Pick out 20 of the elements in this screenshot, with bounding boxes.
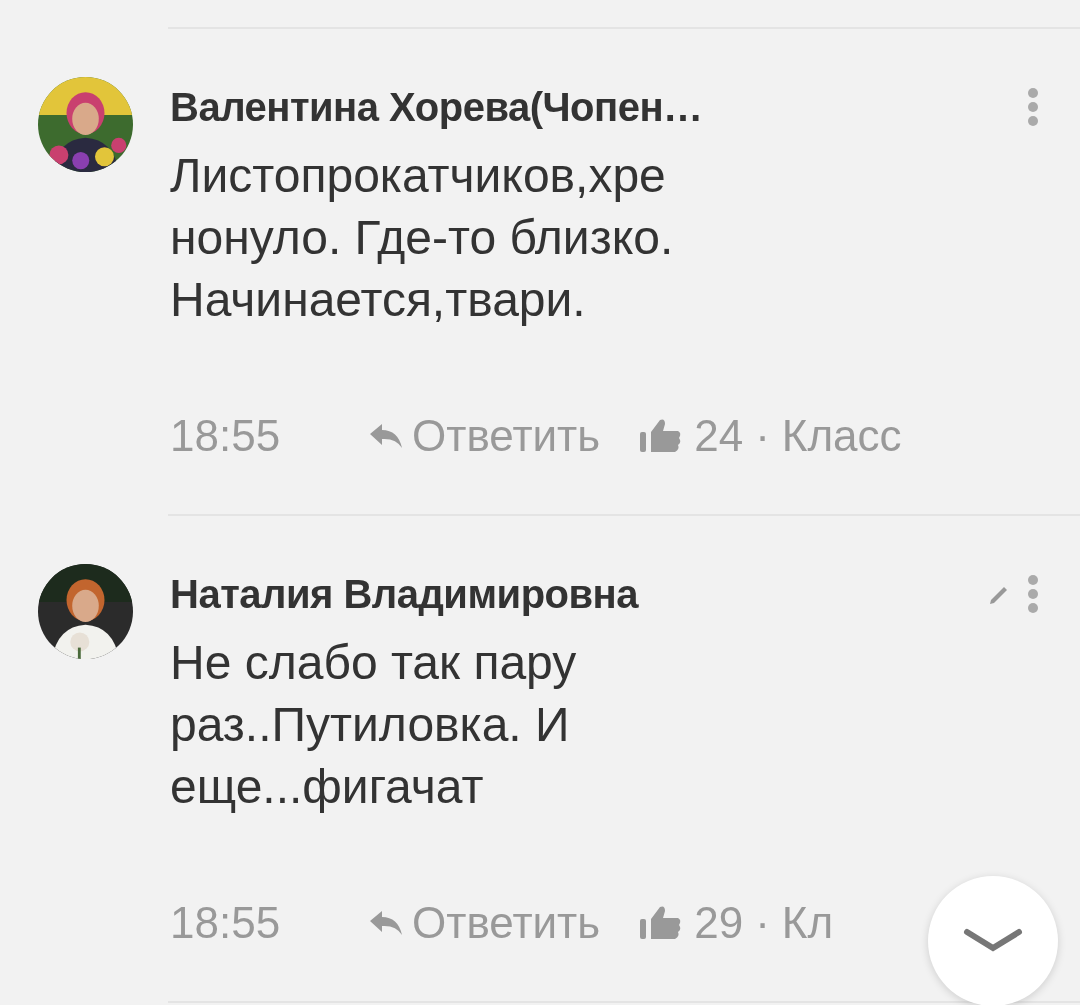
comment-time: 18:55 (170, 897, 281, 949)
reply-icon (368, 909, 405, 937)
more-menu-icon[interactable] (1026, 574, 1040, 614)
separator-dot: · (755, 410, 770, 462)
comment-time: 18:55 (170, 410, 281, 462)
author-name: Наталия Владимировна (170, 571, 640, 618)
reply-button[interactable]: Ответить (368, 890, 601, 956)
separator-dot: · (755, 897, 770, 949)
reply-button[interactable]: Ответить (368, 403, 601, 469)
thumbs-up-icon[interactable] (640, 905, 683, 941)
author-name: Валентина Хорева(Чопен… (170, 84, 704, 131)
like-button[interactable]: Класс (781, 403, 902, 469)
like-count: 24 (694, 410, 744, 462)
thumbs-up-icon[interactable] (640, 418, 683, 454)
reply-icon (368, 422, 405, 450)
like-count: 29 (694, 897, 744, 949)
comment-text: Листопрокатчиков,хре нонуло. Где-то близко. Начинается,твари. (170, 148, 675, 328)
like-button[interactable]: Кл (781, 890, 834, 956)
more-menu-icon[interactable] (1026, 87, 1040, 127)
comment-text: Не слабо так пару раз..Путиловка. И еще...фигачат (170, 635, 578, 815)
